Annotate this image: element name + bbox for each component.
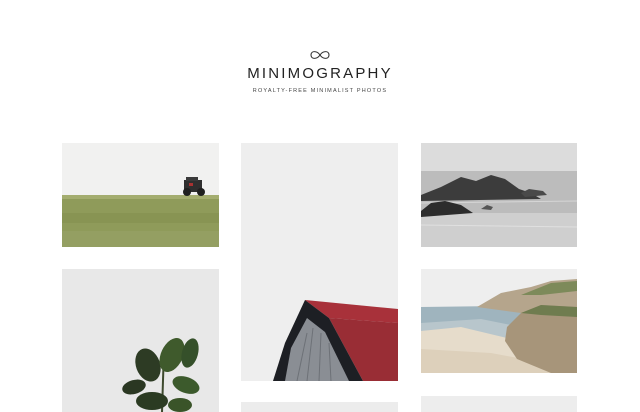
site-header: MINIMOGRAPHY ROYALTY-FREE MINIMALIST PHO… [0, 0, 640, 120]
infinity-icon [310, 51, 330, 59]
tractor-field-image [62, 143, 219, 247]
photo-tractor-field[interactable] [62, 143, 219, 247]
photo-coastal-cliffs[interactable] [421, 269, 577, 373]
photo-plant[interactable] [62, 269, 219, 412]
site-tagline: ROYALTY-FREE MINIMALIST PHOTOS [252, 88, 388, 94]
photo-partial-right[interactable] [421, 396, 577, 412]
site-title[interactable]: MINIMOGRAPHY [0, 65, 640, 82]
rocks-sea-image [421, 143, 577, 247]
partial-middle-image [241, 402, 398, 412]
plant-image [62, 269, 219, 412]
partial-right-image [421, 396, 577, 412]
red-barn-image [241, 143, 398, 381]
coastal-cliffs-image [421, 269, 577, 373]
photo-red-barn[interactable] [241, 143, 398, 381]
photo-partial-middle[interactable] [241, 402, 398, 412]
photo-rocks-sea[interactable] [421, 143, 577, 247]
